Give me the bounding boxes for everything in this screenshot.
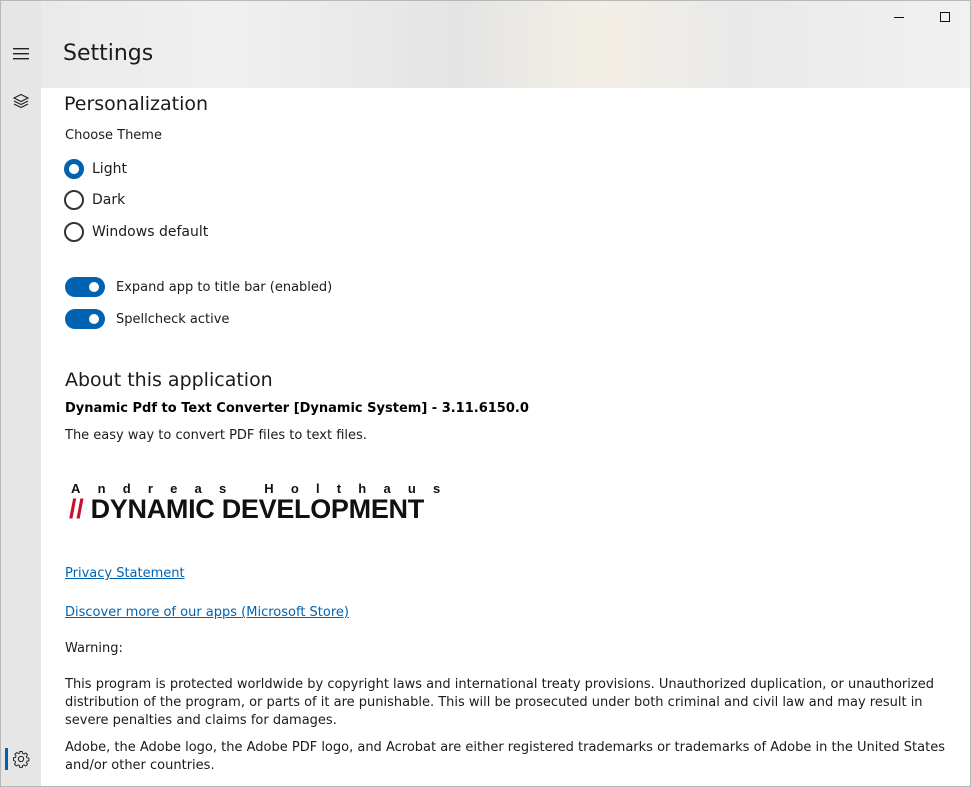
title-bar-header: Settings — [41, 1, 970, 88]
nav-item-layers[interactable] — [1, 81, 41, 121]
toggle-label: Spellcheck active — [116, 311, 230, 327]
layers-icon — [13, 93, 29, 109]
navigation-rail — [1, 1, 41, 786]
radio-label: Light — [92, 161, 127, 177]
company-logo: Andreas Holthaus // DYNAMIC DEVELOPMENT — [69, 481, 449, 531]
warning-label: Warning: — [65, 641, 123, 656]
radio-label: Windows default — [92, 224, 209, 240]
trademark-text: Adobe, the Adobe logo, the Adobe PDF log… — [65, 740, 945, 773]
about-heading: About this application — [65, 369, 273, 391]
minimize-button[interactable] — [876, 1, 922, 33]
toggle-switch[interactable] — [65, 309, 105, 329]
theme-radio-windows-default[interactable]: Windows default — [64, 220, 208, 244]
radio-button-checked[interactable] — [64, 159, 84, 179]
app-window: Settings Personalization Choose Theme Li… — [0, 0, 971, 787]
logo-bottom-text: // DYNAMIC DEVELOPMENT — [69, 494, 424, 525]
radio-button[interactable] — [64, 190, 84, 210]
maximize-button[interactable] — [922, 1, 968, 33]
radio-label: Dark — [92, 192, 126, 208]
close-button[interactable] — [966, 1, 970, 33]
maximize-icon — [940, 12, 950, 22]
hamburger-menu-icon — [13, 48, 29, 60]
theme-radio-dark[interactable]: Dark — [64, 188, 125, 212]
page-title: Settings — [63, 41, 154, 66]
logo-wordmark: DYNAMIC DEVELOPMENT — [90, 494, 425, 524]
personalization-heading: Personalization — [64, 93, 209, 115]
toggle-expand-title-bar[interactable]: Expand app to title bar (enabled) — [65, 276, 332, 298]
theme-radio-light[interactable]: Light — [64, 157, 127, 181]
privacy-statement-link[interactable]: Privacy Statement — [65, 566, 185, 581]
gear-icon — [13, 751, 30, 768]
minimize-icon — [894, 17, 904, 18]
radio-button[interactable] — [64, 222, 84, 242]
app-tagline: The easy way to convert PDF files to tex… — [65, 428, 367, 443]
toggle-spellcheck[interactable]: Spellcheck active — [65, 308, 229, 330]
app-name-version: Dynamic Pdf to Text Converter [Dynamic S… — [65, 401, 529, 416]
nav-item-settings[interactable] — [1, 739, 41, 779]
warning-text: This program is protected worldwide by c… — [65, 677, 934, 728]
theme-label: Choose Theme — [65, 128, 162, 143]
settings-content: Personalization Choose Theme Light Dark … — [41, 88, 970, 786]
microsoft-store-link[interactable]: Discover more of our apps (Microsoft Sto… — [65, 605, 349, 620]
logo-slash: // — [69, 494, 84, 524]
hamburger-menu-button[interactable] — [1, 34, 41, 74]
toggle-switch[interactable] — [65, 277, 105, 297]
toggle-label: Expand app to title bar (enabled) — [116, 279, 333, 295]
